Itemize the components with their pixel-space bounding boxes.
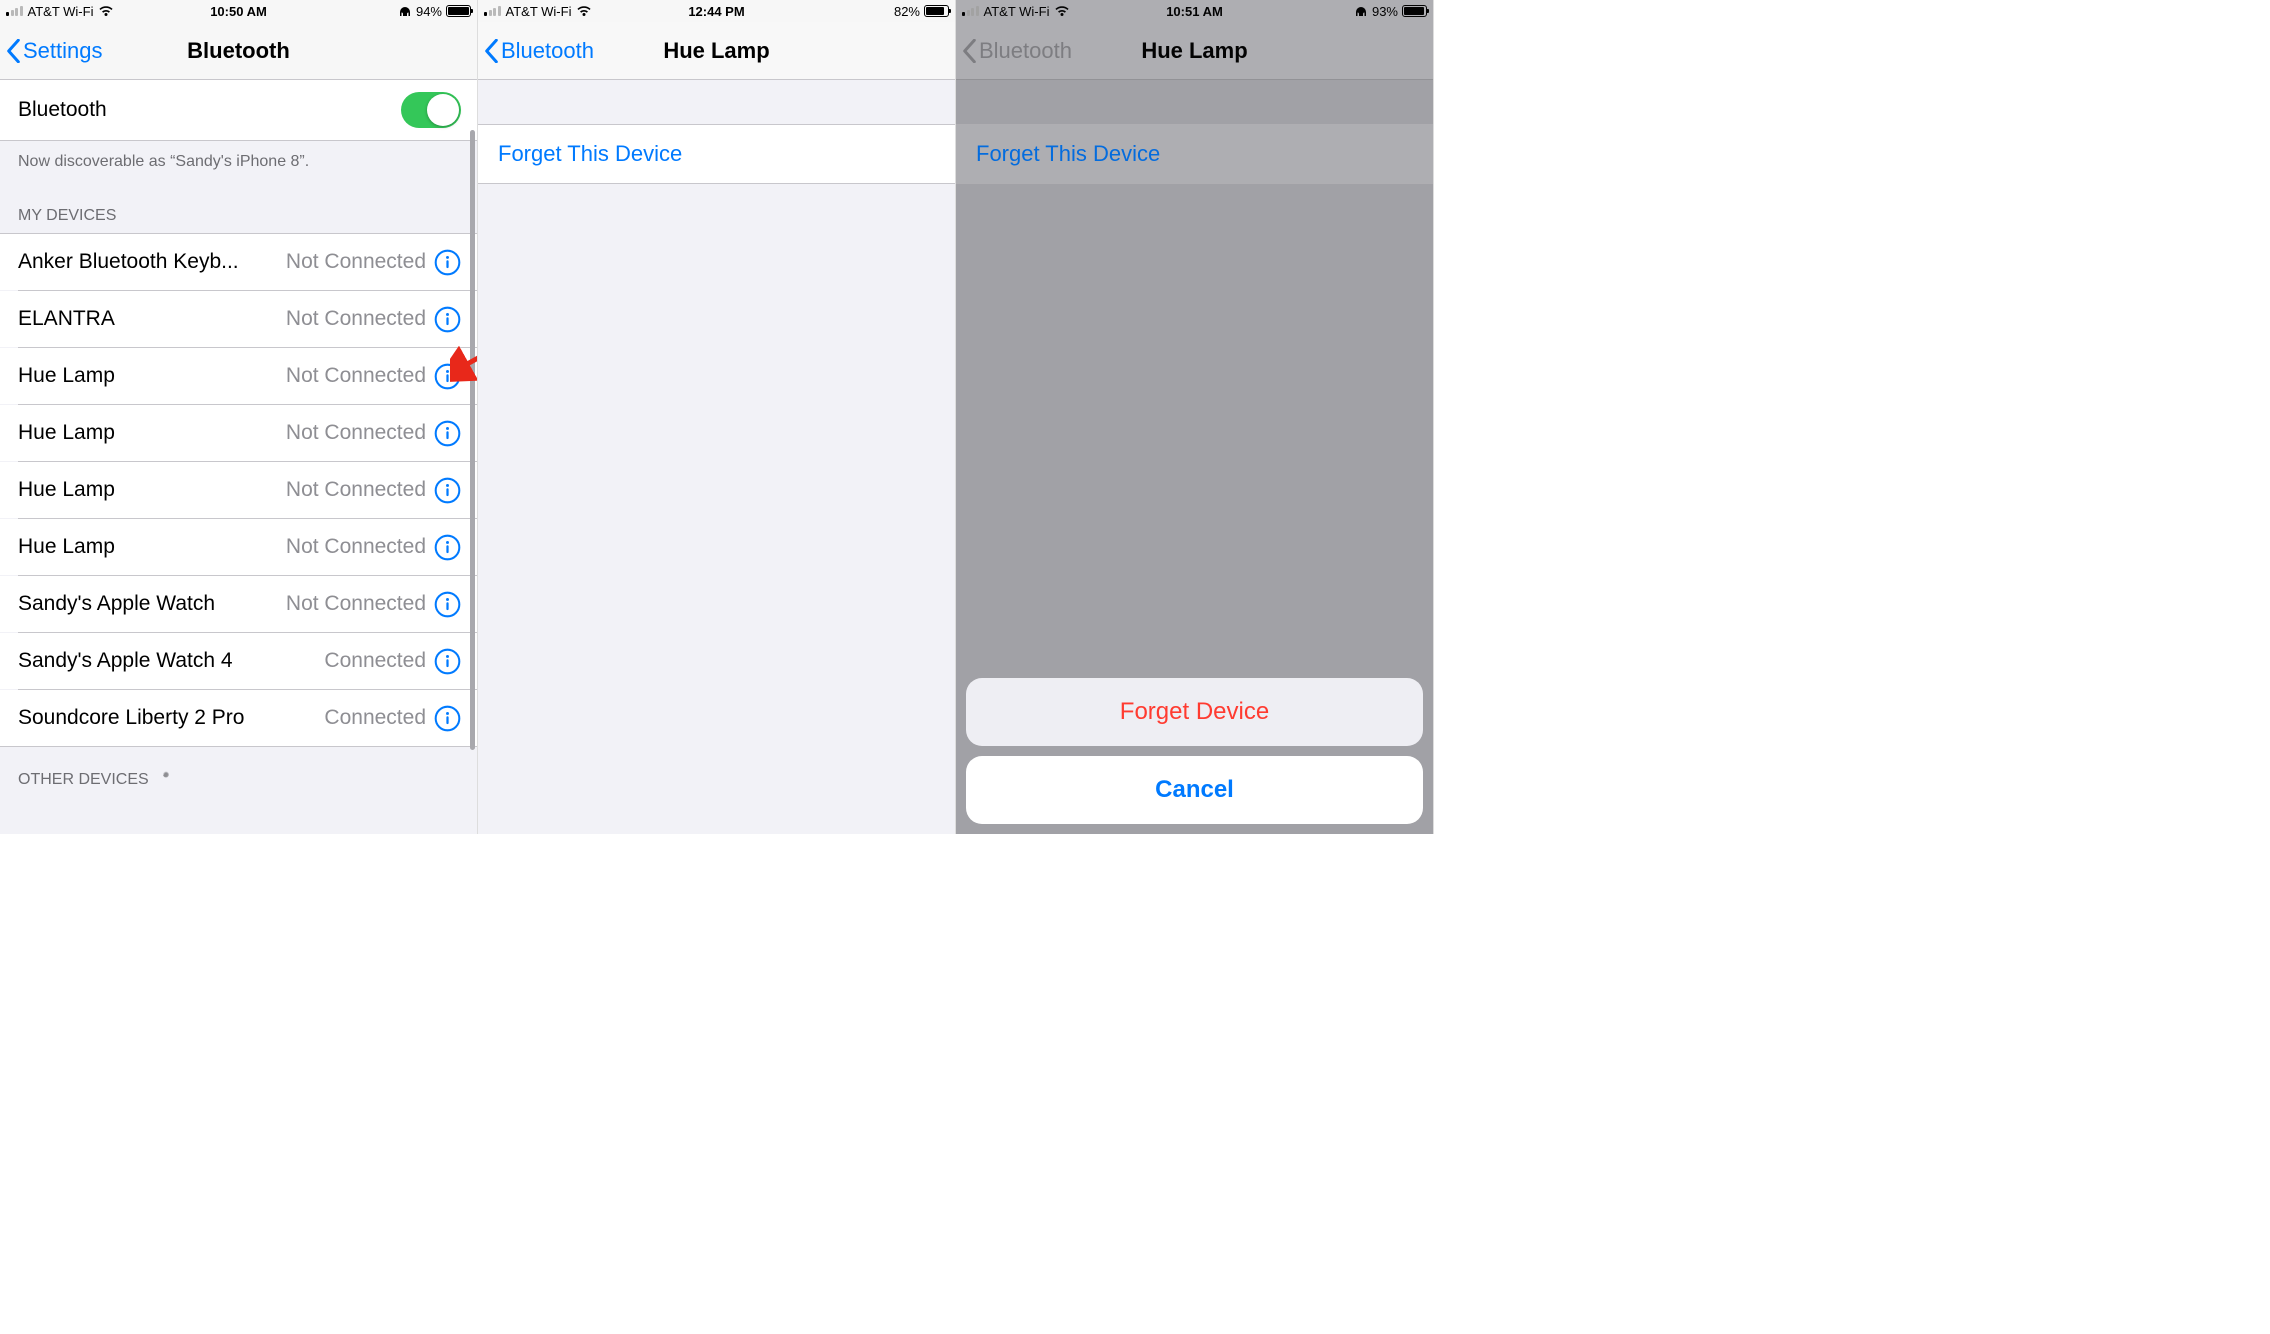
info-icon[interactable]	[434, 648, 461, 675]
status-time: 10:50 AM	[0, 4, 477, 19]
chevron-left-icon	[962, 39, 977, 63]
forget-device-row: Forget This Device	[956, 124, 1433, 184]
device-row[interactable]: Sandy's Apple Watch 4 Connected	[0, 633, 477, 689]
bluetooth-toggle[interactable]	[401, 92, 461, 128]
forget-device-button[interactable]: Forget Device	[966, 678, 1423, 746]
battery-icon	[1402, 5, 1427, 17]
status-bar: 12:44 PM AT&T Wi-Fi 82%	[478, 0, 955, 22]
info-icon[interactable]	[434, 420, 461, 447]
bluetooth-toggle-row[interactable]: Bluetooth	[0, 80, 477, 141]
battery-icon	[924, 5, 949, 17]
scroll-thumb[interactable]	[470, 130, 475, 750]
device-row[interactable]: Anker Bluetooth Keyb... Not Connected	[0, 234, 477, 290]
back-label: Bluetooth	[501, 38, 594, 64]
info-icon[interactable]	[434, 306, 461, 333]
back-button: Bluetooth	[956, 38, 1072, 64]
cancel-button[interactable]: Cancel	[966, 756, 1423, 824]
other-devices-header: OTHER DEVICES	[0, 747, 477, 797]
my-devices-list: Anker Bluetooth Keyb... Not Connected EL…	[0, 233, 477, 747]
device-row[interactable]: Soundcore Liberty 2 Pro Connected	[0, 690, 477, 746]
status-bar: 10:50 AM AT&T Wi-Fi 94%	[0, 0, 477, 22]
phone-3-action-sheet: 10:51 AM AT&T Wi-Fi 93% Bluetooth Hue La…	[956, 0, 1434, 834]
my-devices-header: MY DEVICES	[0, 183, 477, 233]
forget-device-row[interactable]: Forget This Device	[478, 124, 955, 184]
back-button[interactable]: Settings	[0, 38, 103, 64]
device-row[interactable]: Hue Lamp Not Connected	[0, 462, 477, 518]
padding	[1434, 0, 2270, 834]
back-label: Bluetooth	[979, 38, 1072, 64]
device-row[interactable]: Hue Lamp Not Connected	[0, 519, 477, 575]
spinner-icon	[157, 771, 175, 789]
back-label: Settings	[23, 38, 103, 64]
device-row[interactable]: Hue Lamp Not Connected	[0, 348, 477, 404]
info-icon[interactable]	[434, 705, 461, 732]
discoverable-text: Now discoverable as “Sandy's iPhone 8”.	[0, 141, 477, 183]
device-row[interactable]: ELANTRA Not Connected	[0, 291, 477, 347]
battery-icon	[446, 5, 471, 17]
action-sheet: Forget Device Cancel	[966, 678, 1423, 824]
info-icon[interactable]	[434, 591, 461, 618]
nav-bar: Bluetooth Hue Lamp	[956, 22, 1433, 80]
bluetooth-toggle-label: Bluetooth	[18, 98, 401, 122]
status-bar: 10:51 AM AT&T Wi-Fi 93%	[956, 0, 1433, 22]
chevron-left-icon	[484, 39, 499, 63]
chevron-left-icon	[6, 39, 21, 63]
phone-2-device-detail: 12:44 PM AT&T Wi-Fi 82% Bluetooth Hue La…	[478, 0, 956, 834]
info-icon[interactable]	[434, 363, 461, 390]
status-time: 10:51 AM	[956, 4, 1433, 19]
device-row[interactable]: Sandy's Apple Watch Not Connected	[0, 576, 477, 632]
info-icon[interactable]	[434, 477, 461, 504]
info-icon[interactable]	[434, 534, 461, 561]
phone-1-bluetooth-settings: 10:50 AM AT&T Wi-Fi 94% Settings Bluetoo…	[0, 0, 478, 834]
nav-bar: Settings Bluetooth	[0, 22, 477, 80]
info-icon[interactable]	[434, 249, 461, 276]
status-time: 12:44 PM	[478, 4, 955, 19]
back-button[interactable]: Bluetooth	[478, 38, 594, 64]
device-row[interactable]: Hue Lamp Not Connected	[0, 405, 477, 461]
nav-bar: Bluetooth Hue Lamp	[478, 22, 955, 80]
